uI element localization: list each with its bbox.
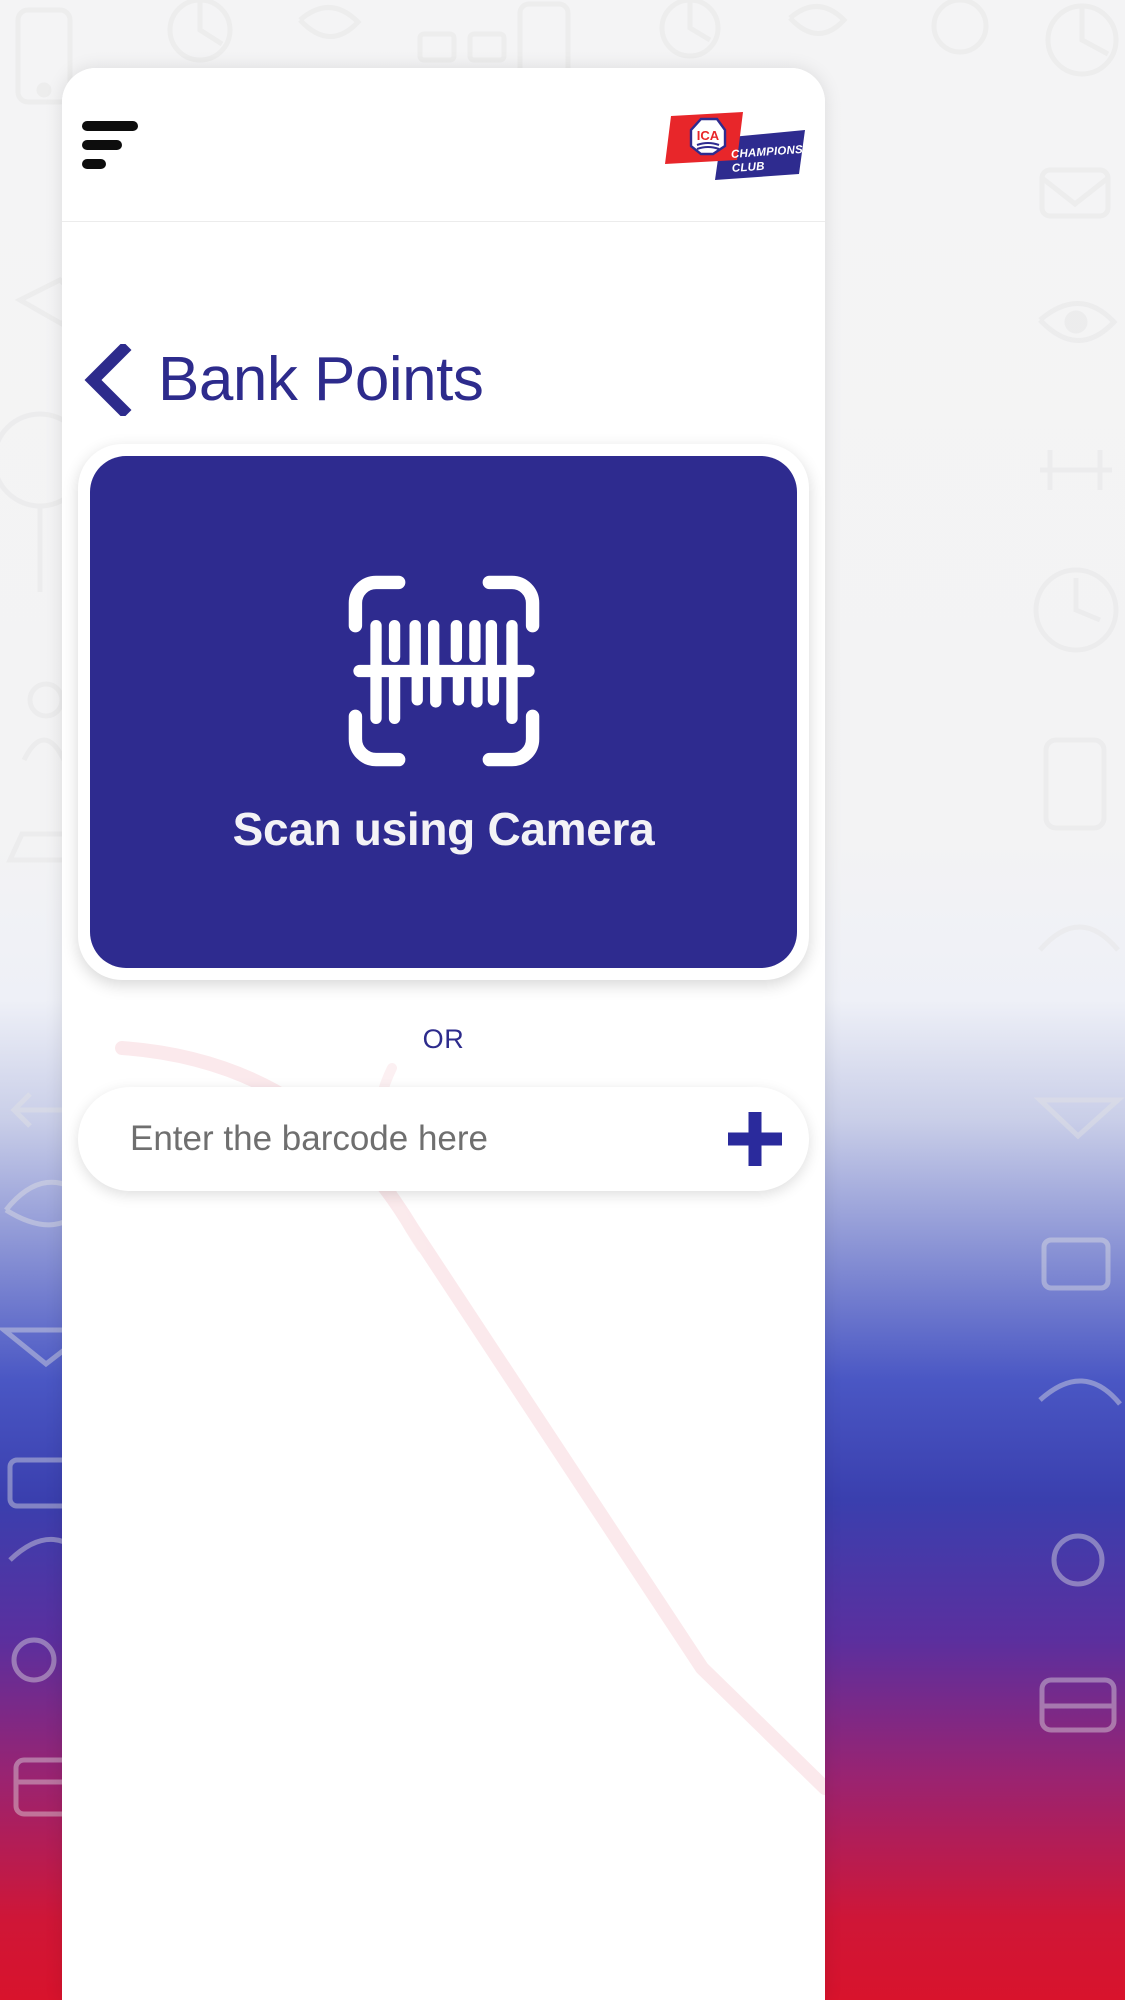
app-header: ICA CHAMPIONS CLUB — [62, 68, 825, 222]
svg-text:CLUB: CLUB — [732, 160, 766, 174]
hamburger-menu-icon[interactable] — [72, 108, 146, 182]
barcode-entry-row — [78, 1087, 809, 1191]
barcode-input[interactable] — [130, 1087, 711, 1191]
back-chevron-icon[interactable] — [80, 342, 136, 418]
ica-champions-club-logo[interactable]: ICA CHAMPIONS CLUB — [659, 108, 807, 182]
page-title-row: Bank Points — [62, 222, 825, 418]
app-content-card: ICA CHAMPIONS CLUB Bank Points Scan usin… — [62, 68, 825, 2000]
barcode-scan-icon — [341, 568, 547, 774]
svg-text:ICA: ICA — [697, 128, 720, 143]
add-barcode-button[interactable] — [711, 1095, 799, 1183]
hamburger-bar-2 — [82, 139, 122, 150]
app-screen: NES — [0, 0, 1125, 2000]
hamburger-bar-3 — [82, 158, 106, 169]
scan-card-wrapper: Scan using Camera — [78, 444, 809, 980]
or-divider-label: OR — [422, 1024, 465, 1054]
hamburger-bar-1 — [82, 120, 138, 131]
scan-card-label: Scan using Camera — [232, 803, 655, 855]
page-title: Bank Points — [158, 345, 484, 414]
scan-using-camera-button[interactable]: Scan using Camera — [90, 456, 797, 968]
plus-icon — [728, 1112, 782, 1166]
